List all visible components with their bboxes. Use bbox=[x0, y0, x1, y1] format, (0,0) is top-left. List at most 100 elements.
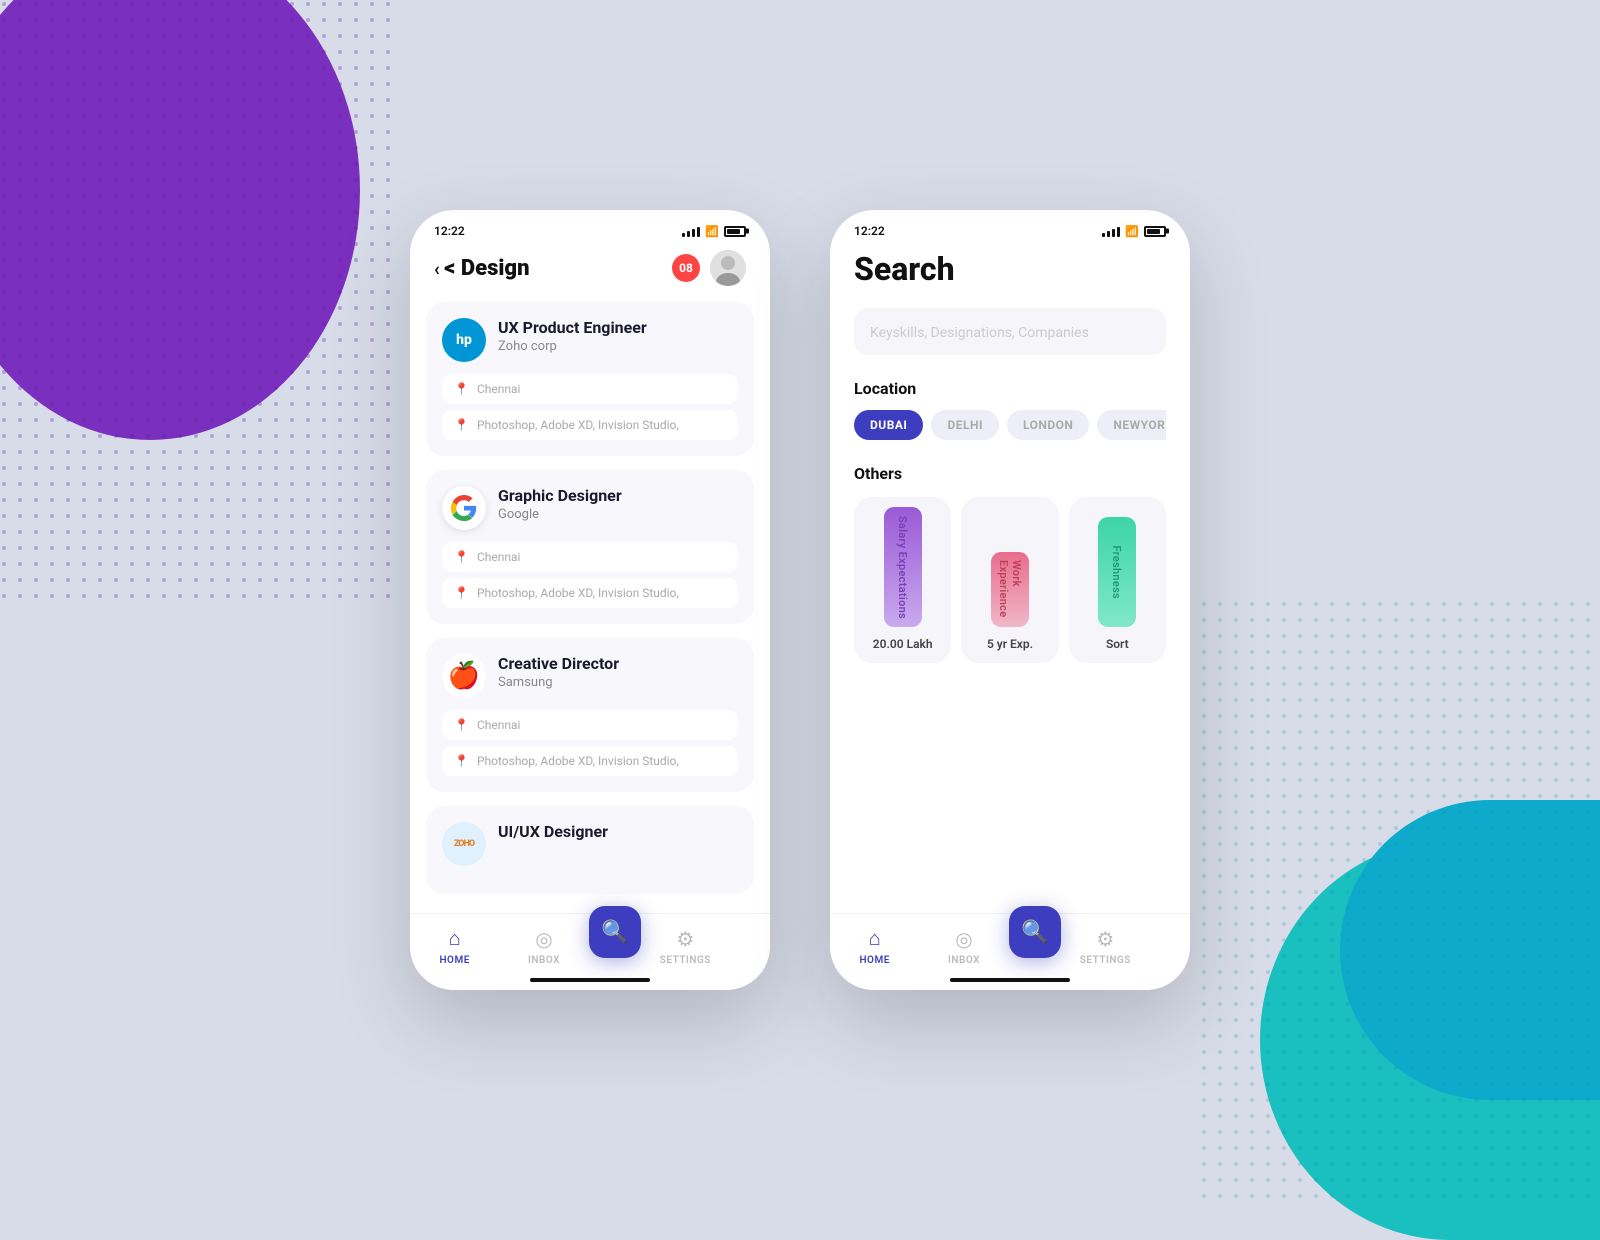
job-title-3: Creative Director bbox=[498, 654, 738, 673]
avatar[interactable] bbox=[710, 250, 746, 286]
status-icons-left: 📶 bbox=[682, 225, 746, 238]
inbox-icon-left: ◎ bbox=[535, 927, 552, 951]
job-company-3: Samsung bbox=[498, 675, 738, 690]
job-details-1: 📍 Chennai 📍 Photoshop, Adobe XD, Invisio… bbox=[442, 374, 738, 440]
search-placeholder: Keyskills, Designations, Companies bbox=[870, 325, 1089, 341]
phone-right: 12:22 📶 Search Keyskills, Designations, … bbox=[830, 210, 1190, 990]
nav-settings-right[interactable]: ⚙ SETTINGS bbox=[1061, 927, 1150, 966]
job-company-1: Zoho corp bbox=[498, 339, 738, 354]
nav-home-left[interactable]: ⌂ HOME bbox=[410, 926, 499, 966]
signal-bar-r4 bbox=[1117, 227, 1120, 237]
filter-card-salary[interactable]: Salary Expectations 20.00 Lakh bbox=[854, 497, 951, 663]
others-label: Others bbox=[854, 464, 1166, 483]
phone-header-left: ‹ < Design 08 bbox=[410, 242, 770, 302]
bar-label-work: Work Experience bbox=[997, 552, 1023, 627]
fab-search-right[interactable]: 🔍 bbox=[1009, 906, 1061, 958]
logo-google bbox=[442, 486, 486, 530]
signal-bars-left bbox=[682, 225, 700, 237]
location-label: Location bbox=[854, 379, 1166, 398]
tag-newyork[interactable]: NEWYORK bbox=[1097, 410, 1166, 440]
filter-card-fresh[interactable]: Freshness Sort bbox=[1069, 497, 1166, 663]
header-right: 08 bbox=[672, 250, 746, 286]
home-icon-left: ⌂ bbox=[449, 926, 461, 951]
avatar-image bbox=[710, 250, 746, 286]
phones-container: 12:22 📶 ‹ < Design 08 bbox=[410, 210, 1190, 990]
job-skills-3: 📍 Photoshop, Adobe XD, Invision Studio, bbox=[442, 746, 738, 776]
search-icon-left: 🔍 bbox=[601, 920, 628, 945]
home-label-left: HOME bbox=[439, 955, 469, 966]
jobs-list: hp UX Product Engineer Zoho corp 📍 Chenn… bbox=[410, 302, 770, 902]
location-icon-1: 📍 bbox=[454, 382, 469, 396]
job-info-3: Creative Director Samsung bbox=[498, 654, 738, 690]
bar-work: Work Experience bbox=[991, 552, 1029, 627]
job-company-2: Google bbox=[498, 507, 738, 522]
location-tags: DUBAI DELHI LONDON NEWYORK bbox=[854, 410, 1166, 440]
skills-text-2: Photoshop, Adobe XD, Invision Studio, bbox=[477, 586, 679, 600]
location-text-3: Chennai bbox=[477, 718, 520, 732]
signal-bar-r3 bbox=[1112, 229, 1115, 237]
job-title-4: UI/UX Designer bbox=[498, 822, 738, 841]
job-title-2: Graphic Designer bbox=[498, 486, 738, 505]
job-card-2[interactable]: Graphic Designer Google 📍 Chennai 📍 Phot… bbox=[426, 470, 754, 624]
job-card-header-4: ZOHO UI/UX Designer bbox=[442, 822, 738, 866]
signal-bar-1 bbox=[682, 233, 685, 237]
dot-pattern-purple bbox=[0, 0, 400, 600]
location-icon-2: 📍 bbox=[454, 550, 469, 564]
filter-value-salary: 20.00 Lakh bbox=[863, 627, 943, 663]
job-card-3[interactable]: 🍎 Creative Director Samsung 📍 Chennai 📍 … bbox=[426, 638, 754, 792]
bar-label-fresh: Freshness bbox=[1111, 537, 1124, 607]
google-logo-svg bbox=[451, 495, 477, 521]
signal-bar-4 bbox=[697, 227, 700, 237]
home-icon-right: ⌂ bbox=[869, 926, 881, 951]
nav-settings-left[interactable]: ⚙ SETTINGS bbox=[641, 927, 730, 966]
logo-hp: hp bbox=[442, 318, 486, 362]
settings-label-left: SETTINGS bbox=[660, 955, 711, 966]
fab-search-left[interactable]: 🔍 bbox=[589, 906, 641, 958]
job-location-3: 📍 Chennai bbox=[442, 710, 738, 740]
time-right: 12:22 bbox=[854, 224, 885, 238]
bar-salary: Salary Expectations bbox=[884, 507, 922, 627]
signal-bar-r2 bbox=[1107, 231, 1110, 237]
back-button[interactable]: ‹ < Design bbox=[434, 256, 530, 281]
wifi-icon-right: 📶 bbox=[1125, 225, 1139, 238]
home-indicator-right bbox=[950, 978, 1070, 982]
notification-badge[interactable]: 08 bbox=[672, 254, 700, 282]
nav-inbox-right[interactable]: ◎ INBOX bbox=[919, 927, 1008, 966]
filter-value-work: 5 yr Exp. bbox=[977, 627, 1043, 663]
job-info-4: UI/UX Designer bbox=[498, 822, 738, 841]
back-label: ‹ bbox=[434, 259, 444, 280]
nav-inbox-left[interactable]: ◎ INBOX bbox=[499, 927, 588, 966]
home-label-right: HOME bbox=[859, 955, 889, 966]
filter-card-work[interactable]: Work Experience 5 yr Exp. bbox=[961, 497, 1058, 663]
skills-text-3: Photoshop, Adobe XD, Invision Studio, bbox=[477, 754, 679, 768]
tag-london[interactable]: LONDON bbox=[1007, 410, 1089, 440]
tag-dubai[interactable]: DUBAI bbox=[854, 410, 923, 440]
job-info-1: UX Product Engineer Zoho corp bbox=[498, 318, 738, 354]
signal-bar-2 bbox=[687, 231, 690, 237]
search-icon-right: 🔍 bbox=[1021, 920, 1048, 945]
job-title-1: UX Product Engineer bbox=[498, 318, 738, 337]
job-card-1[interactable]: hp UX Product Engineer Zoho corp 📍 Chenn… bbox=[426, 302, 754, 456]
phone-left: 12:22 📶 ‹ < Design 08 bbox=[410, 210, 770, 990]
status-bar-left: 12:22 📶 bbox=[410, 210, 770, 242]
settings-icon-right: ⚙ bbox=[1096, 927, 1114, 951]
filter-value-fresh: Sort bbox=[1096, 627, 1139, 663]
job-skills-2: 📍 Photoshop, Adobe XD, Invision Studio, bbox=[442, 578, 738, 608]
status-icons-right: 📶 bbox=[1102, 225, 1166, 238]
nav-home-right[interactable]: ⌂ HOME bbox=[830, 926, 919, 966]
tag-delhi[interactable]: DELHI bbox=[931, 410, 999, 440]
header-title: < Design bbox=[444, 256, 529, 281]
settings-icon-left: ⚙ bbox=[676, 927, 694, 951]
search-input-container[interactable]: Keyskills, Designations, Companies bbox=[854, 308, 1166, 355]
job-location-1: 📍 Chennai bbox=[442, 374, 738, 404]
location-text-2: Chennai bbox=[477, 550, 520, 564]
job-details-3: 📍 Chennai 📍 Photoshop, Adobe XD, Invisio… bbox=[442, 710, 738, 776]
signal-bar-3 bbox=[692, 229, 695, 237]
logo-zoho: ZOHO bbox=[442, 822, 486, 866]
battery-icon-left bbox=[724, 226, 746, 237]
status-bar-right: 12:22 📶 bbox=[830, 210, 1190, 242]
bar-label-salary: Salary Expectations bbox=[896, 507, 909, 626]
job-card-4[interactable]: ZOHO UI/UX Designer bbox=[426, 806, 754, 894]
battery-icon-right bbox=[1144, 226, 1166, 237]
wifi-icon-left: 📶 bbox=[705, 225, 719, 238]
